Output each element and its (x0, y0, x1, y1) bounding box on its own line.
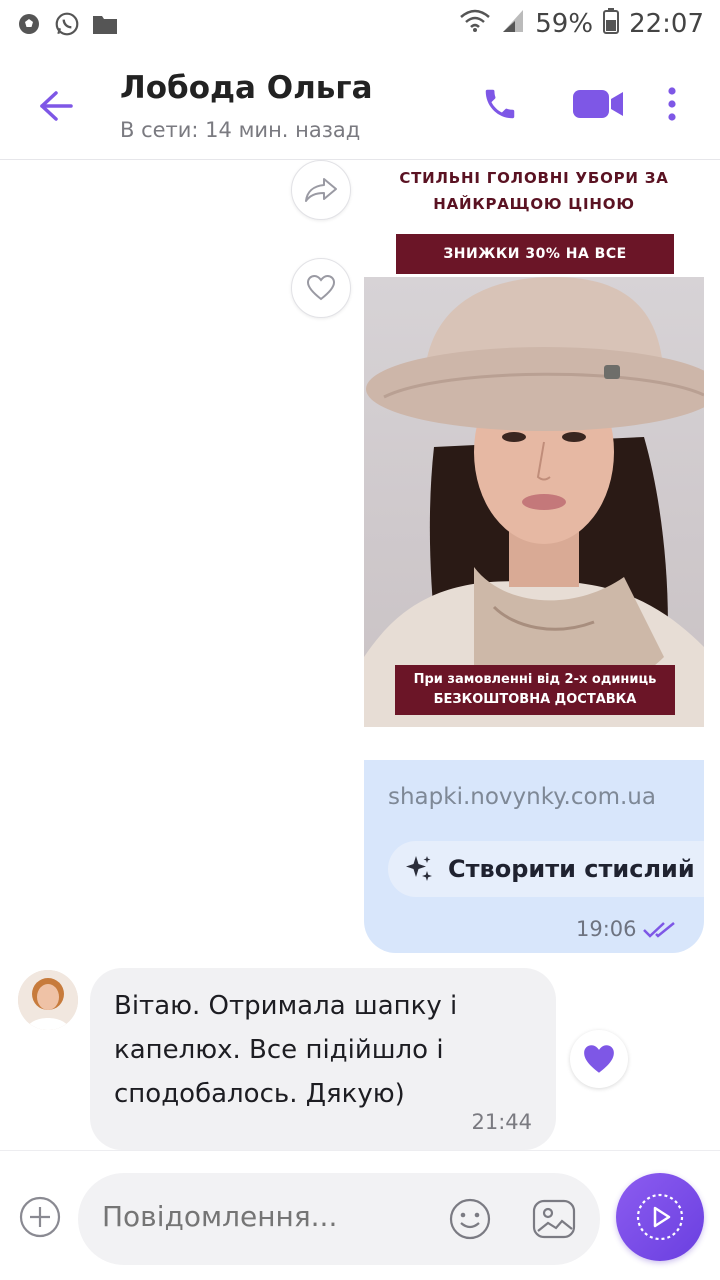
call-button[interactable] (472, 76, 528, 132)
message-composer (0, 1150, 720, 1280)
video-call-button[interactable] (570, 76, 626, 132)
summarize-button[interactable]: Створити стислий ви (388, 841, 704, 897)
double-check-icon (642, 920, 678, 944)
viber-chat-screen: 59% 22:07 Лобода Ольга В сети: 14 мин. н… (0, 0, 720, 1280)
promo-bottom-line1: При замовленні від 2-х одиниць (413, 672, 657, 687)
last-seen-status: В сети: 14 мин. назад (120, 118, 361, 142)
message-time: 19:06 (576, 917, 637, 941)
forward-button[interactable] (291, 160, 351, 220)
attach-button[interactable] (18, 1195, 62, 1239)
model-photo (364, 277, 704, 727)
wifi-icon (459, 9, 491, 40)
emoji-button[interactable] (448, 1197, 492, 1241)
back-button[interactable] (30, 80, 82, 132)
message-link[interactable]: shapki.novynky.com.ua (388, 784, 656, 810)
whatsapp-icon (54, 11, 80, 37)
soccer-ball-icon (16, 11, 42, 37)
promo-delivery-banner: При замовленні від 2-х одиниць БЕЗКОШТОВ… (395, 665, 675, 715)
gallery-button[interactable] (532, 1197, 576, 1241)
outgoing-message-bubble[interactable]: СТИЛЬНІ ГОЛОВНІ УБОРИ ЗА НАЙКРАЩОЮ ЦІНОЮ… (364, 160, 704, 953)
arrow-left-icon (40, 91, 73, 121)
chat-header: Лобода Ольга В сети: 14 мин. назад (0, 48, 720, 160)
plus-circle-icon (19, 1196, 61, 1238)
incoming-message-bubble[interactable]: Вітаю. Отримала шапку і капелюх. Все під… (90, 968, 556, 1150)
heart-outline-icon (306, 274, 336, 301)
message-list[interactable]: СТИЛЬНІ ГОЛОВНІ УБОРИ ЗА НАЙКРАЩОЮ ЦІНОЮ… (0, 160, 720, 1150)
liked-heart-button[interactable] (570, 1030, 628, 1088)
promo-title: СТИЛЬНІ ГОЛОВНІ УБОРИ ЗА НАЙКРАЩОЮ ЦІНОЮ (399, 169, 669, 213)
promo-header: СТИЛЬНІ ГОЛОВНІ УБОРИ ЗА НАЙКРАЩОЮ ЦІНОЮ (364, 160, 704, 214)
contact-name[interactable]: Лобода Ольга (120, 70, 373, 106)
share-arrow-icon (305, 178, 337, 202)
avatar[interactable] (18, 970, 78, 1030)
promo-discount-badge: ЗНИЖКИ 30% НА ВСЕ (396, 234, 674, 274)
play-circle-icon (636, 1193, 684, 1241)
react-heart-button[interactable] (291, 258, 351, 318)
battery-icon (603, 7, 620, 41)
status-bar: 59% 22:07 (0, 0, 720, 48)
image-icon (532, 1199, 576, 1239)
message-text: Вітаю. Отримала шапку і капелюх. Все під… (114, 991, 458, 1109)
message-input[interactable] (102, 1200, 422, 1233)
battery-percent: 59% (535, 9, 594, 39)
record-send-button[interactable] (616, 1173, 704, 1261)
smiley-icon (449, 1198, 491, 1240)
folder-icon (92, 11, 118, 37)
video-camera-icon (573, 90, 623, 118)
more-vertical-icon (668, 87, 676, 121)
clock: 22:07 (629, 9, 704, 39)
sparkle-icon (406, 856, 432, 881)
message-time: 21:44 (471, 1110, 532, 1134)
promo-bottom-line2: БЕЗКОШТОВНА ДОСТАВКА (433, 692, 637, 707)
message-input-container[interactable] (78, 1173, 600, 1265)
summarize-label: Створити стислий ви (448, 855, 704, 883)
heart-filled-icon (584, 1045, 614, 1073)
signal-icon (501, 8, 525, 41)
promo-image[interactable]: СТИЛЬНІ ГОЛОВНІ УБОРИ ЗА НАЙКРАЩОЮ ЦІНОЮ… (364, 160, 704, 760)
phone-icon (485, 89, 515, 119)
more-menu-button[interactable] (652, 76, 692, 132)
